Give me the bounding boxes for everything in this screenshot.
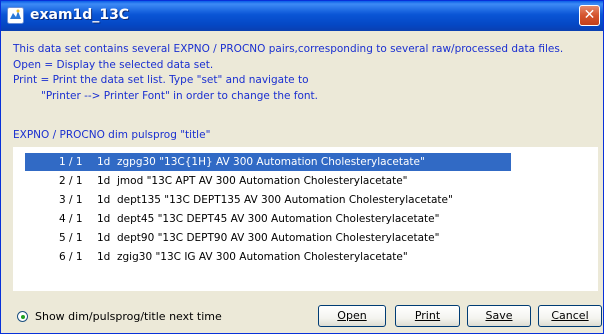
expno-cell: 5 / 1 (59, 232, 83, 244)
dim-cell: 1d (97, 251, 111, 263)
dim-cell: 1d (97, 156, 111, 168)
close-icon: ✕ (583, 7, 596, 23)
expno-cell: 6 / 1 (59, 251, 83, 263)
expno-cell: 3 / 1 (59, 194, 83, 206)
pulsprog-title-cell: dept45 "13C DEPT45 AV 300 Automation Cho… (117, 213, 440, 225)
close-button[interactable]: ✕ (579, 5, 600, 26)
show-details-label: Show dim/pulsprog/title next time (35, 310, 222, 323)
info-line: This data set contains several EXPNO / P… (13, 43, 564, 55)
show-details-radio[interactable] (17, 311, 28, 322)
title-bar[interactable]: exam1d_13C ✕ (1, 1, 603, 31)
dataset-list[interactable]: 1 / 1 1d zgpg30 "13C{1H} AV 300 Automati… (13, 147, 598, 291)
list-column-header: EXPNO / PROCNO dim pulsprog "title" (13, 129, 211, 141)
dim-cell: 1d (97, 213, 111, 225)
pulsprog-title-cell: zgpg30 "13C{1H} AV 300 Automation Choles… (117, 156, 425, 168)
print-button-label: Print (414, 309, 441, 322)
radio-selected-dot (20, 314, 25, 319)
pulsprog-title-cell: dept90 "13C DEPT90 AV 300 Automation Cho… (117, 232, 440, 244)
list-item[interactable]: 2 / 1 1d jmod "13C APT AV 300 Automation… (25, 172, 511, 190)
expno-cell: 2 / 1 (59, 175, 83, 187)
app-icon (7, 7, 24, 24)
info-line: Open = Display the selected data set. (13, 58, 214, 71)
cancel-button-label: Cancel (551, 309, 589, 322)
pulsprog-title-cell: jmod "13C APT AV 300 Automation Choleste… (117, 175, 408, 187)
save-button-label: Save (485, 309, 513, 322)
list-item[interactable]: 6 / 1 1d zgig30 "13C IG AV 300 Automatio… (25, 248, 511, 266)
open-button[interactable]: Open (318, 305, 386, 327)
info-line: Print = Print the data set list. Type "s… (13, 74, 309, 86)
info-line: "Printer --> Printer Font" in order to c… (41, 89, 319, 102)
cancel-button[interactable]: Cancel (538, 305, 602, 327)
window-title: exam1d_13C (30, 7, 130, 23)
list-item[interactable]: 1 / 1 1d zgpg30 "13C{1H} AV 300 Automati… (25, 153, 511, 171)
dialog-window: exam1d_13C ✕ This data set contains seve… (0, 0, 604, 334)
list-item[interactable]: 5 / 1 1d dept90 "13C DEPT90 AV 300 Autom… (25, 229, 511, 247)
info-text: This data set contains several EXPNO / P… (13, 42, 563, 104)
pulsprog-title-cell: zgig30 "13C IG AV 300 Automation Cholest… (117, 251, 408, 263)
dim-cell: 1d (97, 232, 111, 244)
expno-cell: 4 / 1 (59, 213, 83, 225)
dim-cell: 1d (97, 175, 111, 187)
open-button-label: Open (337, 309, 367, 322)
pulsprog-title-cell: dept135 "13C DEPT135 AV 300 Automation C… (117, 194, 453, 206)
print-button[interactable]: Print (395, 305, 460, 327)
save-button[interactable]: Save (467, 305, 531, 327)
list-item[interactable]: 3 / 1 1d dept135 "13C DEPT135 AV 300 Aut… (25, 191, 511, 209)
list-item[interactable]: 4 / 1 1d dept45 "13C DEPT45 AV 300 Autom… (25, 210, 511, 228)
dim-cell: 1d (97, 194, 111, 206)
expno-cell: 1 / 1 (59, 156, 83, 168)
